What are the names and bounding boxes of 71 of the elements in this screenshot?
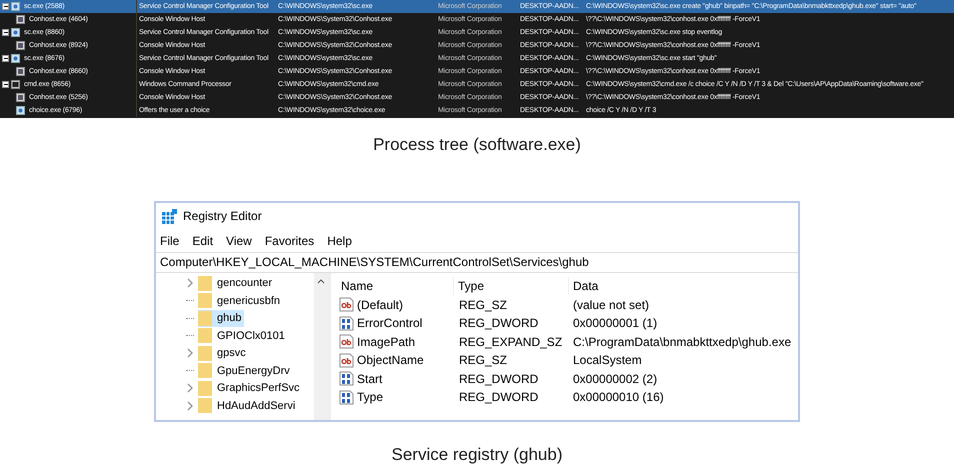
value-data: 0x00000002 (2) [572, 370, 658, 388]
column-header[interactable]: Data [569, 276, 598, 294]
chevron-icon[interactable] [186, 348, 194, 358]
value-data: 0x00000010 (16) [572, 389, 664, 406]
console-icon [16, 15, 25, 24]
value-name: (Default) [357, 296, 404, 314]
binary-value-icon [339, 371, 354, 386]
folder-icon [198, 276, 212, 291]
folder-icon [198, 328, 212, 344]
string-value-icon [339, 297, 354, 312]
gear-icon [11, 28, 20, 37]
value-data: C:\ProgramData\bnmabkttxedp\ghub.exe [572, 334, 792, 351]
column-header[interactable]: Name [337, 276, 454, 294]
tree-item[interactable]: GpuEnergyDrv [198, 362, 293, 379]
binary-value-icon [339, 316, 354, 331]
menu-item[interactable]: Edit [192, 232, 214, 250]
gear-icon [11, 54, 20, 63]
chevron-icon[interactable] [186, 383, 194, 394]
value-type: REG_SZ [458, 352, 508, 370]
string-value-icon [339, 334, 354, 350]
folder-icon [198, 363, 212, 378]
tree-item[interactable]: gencounter [198, 275, 276, 292]
value-data: LocalSystem [572, 352, 642, 370]
menu-item[interactable]: File [160, 232, 180, 250]
tree-item[interactable]: genericusbfn [198, 292, 283, 309]
value-type: REG_DWORD [458, 370, 540, 388]
gear-icon [11, 2, 20, 11]
column-header[interactable]: Type [454, 276, 569, 294]
figure-caption: Service registry (ghub) [391, 444, 562, 466]
tree-item[interactable]: GraphicsPerfSvc [198, 380, 303, 396]
value-type: REG_DWORD [458, 389, 540, 406]
scrollbar[interactable] [314, 272, 328, 420]
value-name: ErrorControl [357, 315, 422, 332]
chevron-icon[interactable] [186, 278, 194, 288]
figure-caption: Process tree (software.exe) [373, 134, 581, 156]
value-type: REG_SZ [458, 296, 508, 314]
value-name: Type [357, 389, 384, 406]
chevron-icon[interactable] [186, 400, 194, 411]
folder-icon [198, 380, 212, 396]
menu-item[interactable]: View [226, 232, 252, 250]
folder-icon [198, 398, 212, 414]
value-name: ImagePath [357, 334, 416, 351]
folder-icon [198, 310, 212, 326]
window-title: Registry Editor [183, 208, 262, 225]
folder-icon [198, 293, 212, 308]
value-type: REG_DWORD [458, 315, 540, 332]
menu-item[interactable]: Favorites [264, 232, 314, 250]
gear-icon [16, 106, 25, 115]
collapse-toggle[interactable] [2, 29, 9, 36]
value-data: 0x00000001 (1) [572, 315, 658, 332]
address-bar[interactable]: Computer\HKEY_LOCAL_MACHINE\SYSTEM\CurrentControlSet\Services\ghub [156, 252, 798, 272]
value-name: Start [357, 370, 382, 388]
menu-item[interactable]: Help [327, 232, 352, 250]
registry-icon [162, 208, 177, 224]
tree-item[interactable]: HdAudAddServi [198, 398, 298, 414]
value-type: REG_EXPAND_SZ [458, 334, 564, 351]
folder-icon [198, 346, 212, 361]
value-data: (value not set) [572, 296, 650, 314]
console-icon [16, 93, 25, 102]
scroll-up-icon[interactable] [317, 278, 325, 284]
collapse-toggle[interactable] [2, 55, 9, 62]
tree-item[interactable]: gpsvc [198, 345, 249, 362]
tree-item[interactable]: ghub [198, 310, 244, 326]
console-icon [16, 41, 25, 50]
console-icon [16, 67, 25, 76]
value-name: ObjectName [357, 352, 424, 370]
binary-value-icon [339, 390, 354, 405]
string-value-icon [339, 352, 354, 368]
collapse-toggle[interactable] [2, 3, 9, 10]
collapse-toggle[interactable] [2, 81, 9, 88]
tree-item[interactable]: GPIOClx0101 [198, 328, 288, 344]
